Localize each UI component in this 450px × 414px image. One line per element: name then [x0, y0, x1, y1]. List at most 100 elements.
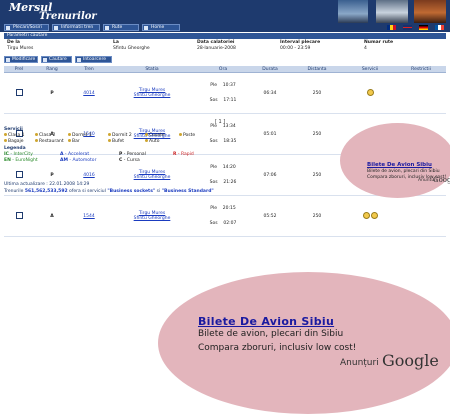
param-label: Interval plecare: [280, 40, 321, 45]
search-button[interactable]: Cautare: [41, 56, 72, 63]
departure-time: Ple 14:20: [210, 165, 236, 170]
service-label: Bufet: [112, 139, 125, 144]
nav-plecari-sosiri[interactable]: Plecari/Sosiri: [4, 24, 49, 31]
legend-text: - Rapid: [177, 152, 194, 157]
service-label: Restaurant: [39, 139, 64, 144]
param-label: De la: [7, 40, 20, 45]
service-icon: [145, 139, 148, 142]
param-value: Sfintu Gheorghe: [113, 46, 150, 51]
header-photo-station: [414, 0, 446, 23]
distance-cell: 250: [290, 154, 344, 196]
details-document-icon[interactable]: [15, 211, 23, 219]
service-icon: [108, 139, 111, 142]
legend-code: C: [119, 158, 123, 163]
service-label: Dormit 2: [112, 133, 132, 138]
duration-cell: 06:34: [250, 72, 290, 114]
param-route-count: Numar rute 4: [364, 40, 393, 51]
service-icon: [4, 133, 7, 136]
train-number-link[interactable]: 4014: [83, 91, 94, 96]
return-trip-button[interactable]: Intoarcere: [75, 56, 112, 63]
param-value: 28-Ianuarie-2008: [197, 46, 236, 51]
rank-cell: P: [34, 72, 70, 114]
google-ad-small[interactable]: Bilete De Avion Sibiu Bilete de avion, p…: [340, 123, 450, 198]
table-row: A 1544 Tirgu Mures Sfintu Gheorghe Ple 2…: [4, 195, 446, 237]
header: Mersul Trenurilor: [0, 0, 450, 24]
param-label: Numar rute: [364, 40, 394, 45]
note-prefix: Trenurile: [4, 189, 25, 194]
nav-home[interactable]: Home: [142, 24, 180, 31]
param-value: 4: [364, 46, 367, 51]
train-number-link[interactable]: 4016: [83, 173, 94, 178]
legend-code: A: [60, 152, 64, 157]
legend-code: IC: [4, 152, 9, 157]
services-legend: Servicii Clasa 1 Clasa 2 Dormit 1 Dormit…: [4, 127, 204, 145]
arrival-time: Sos 17:11: [209, 98, 237, 103]
ad-title-link[interactable]: Bilete De Avion Sibiu: [367, 162, 432, 168]
note-service-1: "Business sockets": [107, 189, 156, 194]
duration-cell: 07:06: [250, 154, 290, 196]
station-to-link[interactable]: Sfintu Gheorghe: [108, 216, 196, 221]
legend-text: - Cursa: [123, 158, 140, 163]
google-logo[interactable]: Google: [382, 351, 439, 370]
station-to-link[interactable]: Sfintu Gheorghe: [108, 93, 196, 98]
duration-cell: 05:01: [250, 113, 290, 155]
legend-text: - InterCity: [10, 152, 33, 157]
details-document-icon[interactable]: [15, 170, 23, 178]
nav-label: Plecari/Sosiri: [13, 25, 42, 30]
modify-button[interactable]: Modificare: [4, 56, 38, 63]
nav-label: Informatii tren: [61, 25, 94, 30]
nav-label: Home: [151, 25, 165, 30]
service-icon: [366, 88, 374, 96]
legend-text: - Accelerat: [64, 152, 90, 157]
distance-cell: 250: [290, 72, 344, 114]
flag-ro-icon[interactable]: [386, 25, 396, 30]
nav-informatii-tren[interactable]: Informatii tren: [52, 24, 100, 31]
service-item: Bagaje: [4, 139, 23, 144]
search-icon: [43, 58, 47, 62]
legend-text: - Automotor: [69, 158, 97, 163]
legend-item: IC - InterCity: [4, 152, 33, 157]
service-icon: [68, 139, 71, 142]
legend-code: P: [119, 152, 123, 157]
flag-de-icon[interactable]: [418, 25, 428, 30]
legend-text: - Personal: [123, 152, 146, 157]
service-item: Dormit 2: [108, 133, 132, 138]
pagination[interactable]: [ 1 ]: [215, 119, 225, 125]
logo[interactable]: Mersul Trenurilor: [6, 1, 106, 23]
services-title: Servicii: [4, 127, 23, 132]
rank-cell: A: [34, 195, 70, 237]
service-item: Dormit 1: [68, 133, 92, 138]
arrival-time: Sos 21:26: [209, 180, 237, 185]
button-label: Intoarcere: [83, 57, 106, 62]
page: Mersul Trenurilor Plecari/Sosiri Informa…: [0, 0, 450, 414]
legend-item: A - Accelerat: [60, 152, 89, 157]
service-label: Clasa 1: [8, 133, 25, 138]
train-icon: [54, 26, 58, 30]
logo-line-2: Trenurilor: [39, 11, 97, 22]
last-updated: Ultima actualizare : 22.01.2008 14:29: [4, 182, 90, 187]
flag-fr-icon[interactable]: [435, 25, 444, 30]
ad-title-link[interactable]: Bilete De Avion Sibiu: [198, 315, 334, 328]
legend-item: R - Rapid: [173, 152, 194, 157]
service-icon: [35, 139, 38, 142]
button-label: Modificare: [12, 57, 36, 62]
param-interval: Interval plecare 00:00 - 23:59: [280, 40, 320, 51]
service-label: Cusete: [149, 133, 165, 138]
legend-item: C - Cursa: [119, 158, 140, 163]
service-item: Auto: [145, 139, 159, 144]
station-to-link[interactable]: Sfintu Gheorghe: [108, 175, 196, 180]
service-icon: [362, 211, 370, 219]
train-number-link[interactable]: 1544: [83, 214, 94, 219]
nav-rute[interactable]: Rute: [103, 24, 139, 31]
restrictions-cell: [396, 72, 446, 114]
google-logo[interactable]: Google: [433, 176, 450, 184]
service-label: Bagaje: [8, 139, 24, 144]
service-item: Clasa 1: [4, 133, 25, 138]
flag-en-icon[interactable]: [402, 25, 412, 30]
legend-code: AM: [60, 158, 68, 163]
google-ad-large[interactable]: Bilete De Avion Sibiu Bilete de avion, p…: [158, 272, 450, 414]
legend-code: EN: [4, 158, 11, 163]
distance-cell: 250: [290, 195, 344, 237]
restrictions-cell: [396, 195, 446, 237]
details-document-icon[interactable]: [15, 88, 23, 96]
